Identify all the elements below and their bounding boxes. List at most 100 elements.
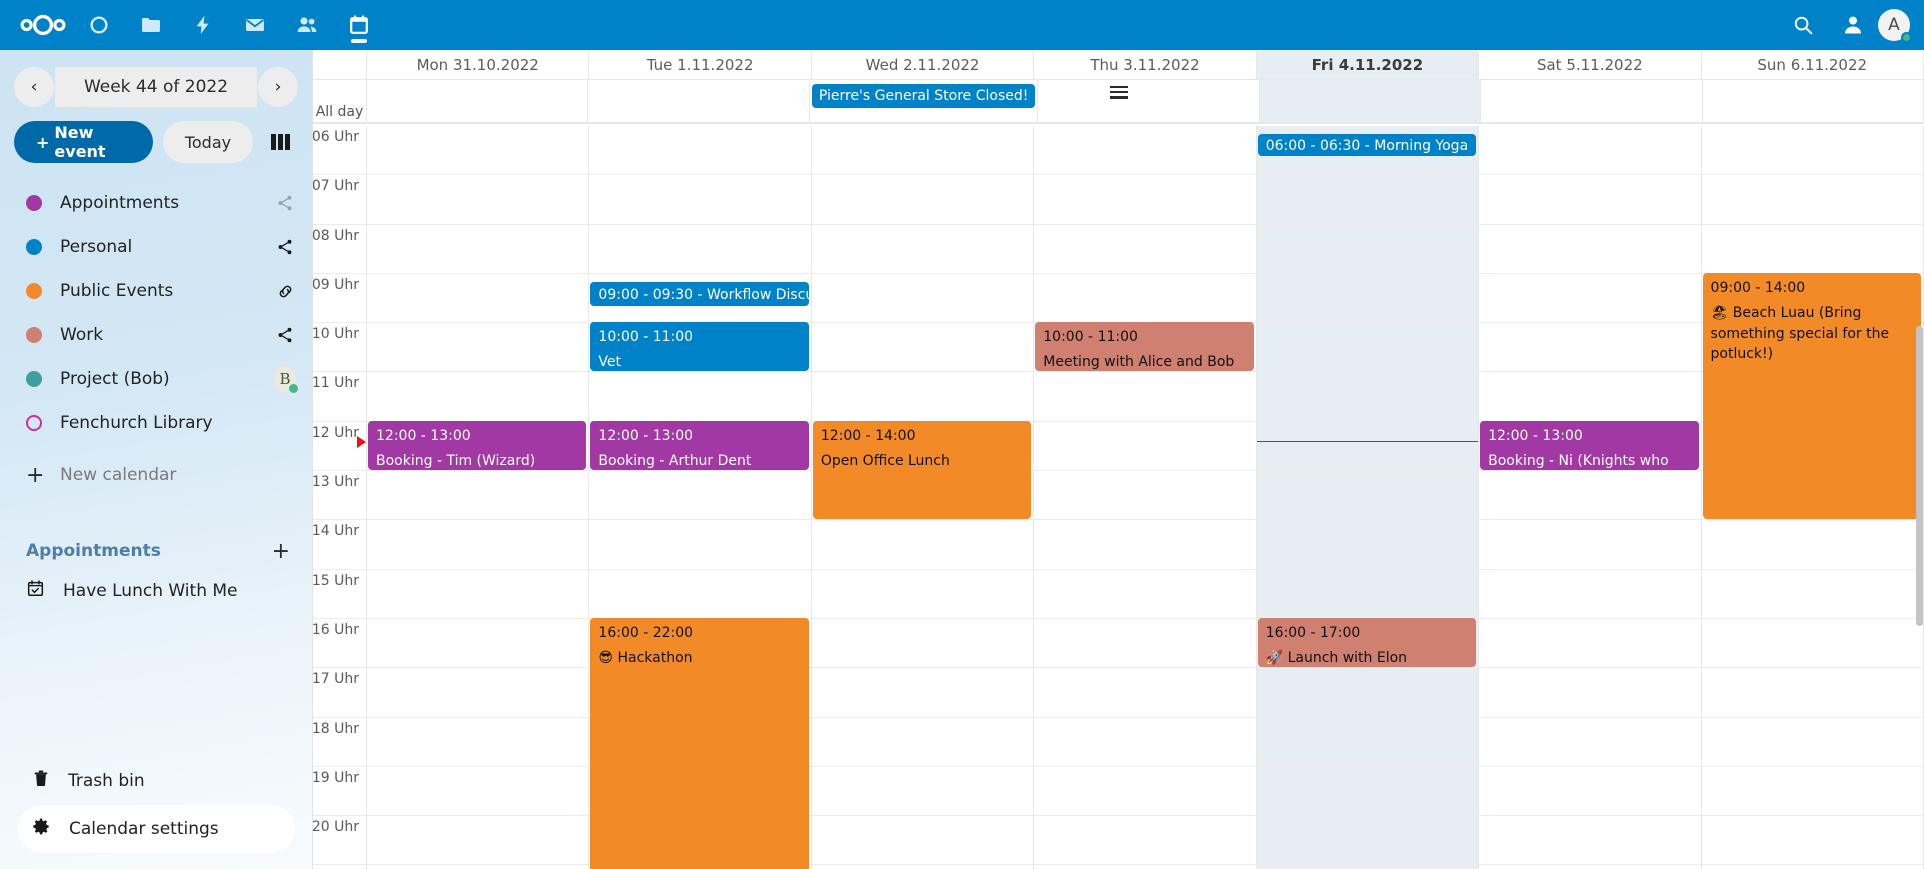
trash-bin-button[interactable]: Trash bin xyxy=(18,757,295,805)
calendar-name: Fenchurch Library xyxy=(60,413,213,433)
new-event-button[interactable]: + New event xyxy=(14,121,153,163)
day-header-tue[interactable]: Tue 1.11.2022 xyxy=(589,50,812,79)
hour-gridline xyxy=(1034,372,1256,422)
event-hackathon[interactable]: 16:00 - 22:00 😎 Hackathon xyxy=(590,618,809,869)
day-header-fri-today[interactable]: Fri 4.11.2022 xyxy=(1256,50,1480,79)
day-header-sat[interactable]: Sat 5.11.2022 xyxy=(1479,50,1702,79)
event-vet[interactable]: 10:00 - 11:00 Vet xyxy=(590,322,809,371)
day-header-wed[interactable]: Wed 2.11.2022 xyxy=(812,50,1035,79)
time-label: 14 Uhr xyxy=(313,523,359,540)
day-column-thu[interactable]: 10:00 - 11:00 Meeting with Alice and Bob xyxy=(1034,126,1257,869)
hour-gridline xyxy=(1479,126,1701,176)
all-day-cell-tue[interactable] xyxy=(588,80,810,122)
shared-by-avatar[interactable]: B xyxy=(274,366,299,394)
new-calendar-button[interactable]: + New calendar xyxy=(0,453,312,497)
event-open-office-lunch[interactable]: 12:00 - 14:00 Open Office Lunch xyxy=(812,421,1032,519)
calendar-item-public-events[interactable]: Public Events xyxy=(0,269,312,313)
add-appointment-button[interactable]: + xyxy=(272,539,290,564)
calendar-name: Public Events xyxy=(60,281,174,301)
time-label: 20 Uhr xyxy=(313,819,359,836)
day-header-sun[interactable]: Sun 6.11.2022 xyxy=(1702,50,1924,79)
appointment-item-have-lunch-with-me[interactable]: Have Lunch With Me xyxy=(0,567,312,615)
day-column-sat[interactable]: 12:00 - 13:00 Booking - Ni (Knights who … xyxy=(1479,126,1702,869)
day-header-mon[interactable]: Mon 31.10.2022 xyxy=(367,50,590,79)
hour-gridline xyxy=(1479,471,1701,521)
time-slot-18: 18 Uhr xyxy=(313,718,366,767)
day-column-wed[interactable]: 12:00 - 14:00 Open Office Lunch xyxy=(811,126,1035,869)
hour-gridline xyxy=(1479,274,1701,324)
event-title: Booking - Ni (Knights who say) xyxy=(1488,453,1669,470)
event-time: 16:00 - 17:00 xyxy=(1265,625,1361,641)
event-morning-yoga[interactable]: 06:00 - 06:30 - Morning Yoga xyxy=(1257,134,1477,156)
calendar-settings-button[interactable]: Calendar settings xyxy=(18,805,295,853)
day-header-thu[interactable]: Thu 3.11.2022 xyxy=(1034,50,1257,79)
event-booking-arthur-dent[interactable]: 12:00 - 13:00 Booking - Arthur Dent xyxy=(590,421,809,470)
event-workflow-discussion[interactable]: 09:00 - 09:30 - Workflow Discussion xyxy=(590,282,809,306)
calendar-icon[interactable] xyxy=(334,0,384,50)
nextcloud-logo[interactable] xyxy=(12,0,74,50)
hour-gridline xyxy=(367,175,589,225)
avatar: B xyxy=(274,366,299,394)
all-day-cell-mon[interactable] xyxy=(367,80,589,122)
calendar-item-work[interactable]: Work xyxy=(0,313,312,357)
calendar-item-fenchurch-library[interactable]: Fenchurch Library xyxy=(0,401,312,445)
hour-gridline xyxy=(1256,323,1479,373)
time-label: 16 Uhr xyxy=(313,621,359,638)
event-title: Booking - Arthur Dent xyxy=(598,453,752,470)
all-day-cell-fri[interactable] xyxy=(1259,80,1482,122)
hour-gridline xyxy=(589,520,811,570)
share-icon[interactable] xyxy=(274,324,296,346)
time-slot-13: 13 Uhr xyxy=(313,471,366,521)
hour-gridline xyxy=(367,225,589,274)
time-axis: 06 Uhr 07 Uhr 08 Uhr 09 Uhr 10 Uhr 11 Uh… xyxy=(313,126,367,869)
calendar-name: Project (Bob) xyxy=(60,369,170,389)
event-booking-tim-wizard[interactable]: 12:00 - 13:00 Booking - Tim (Wizard) xyxy=(368,421,587,470)
previous-week-button[interactable]: ‹ xyxy=(14,67,54,107)
hour-gridline xyxy=(1479,767,1701,817)
all-day-cell-thu[interactable] xyxy=(1038,80,1260,122)
event-beach-luau[interactable]: 09:00 - 14:00 🏖 Beach Luau (Bring someth… xyxy=(1702,273,1921,519)
search-icon[interactable] xyxy=(1778,0,1828,50)
event-booking-ni-knights[interactable]: 12:00 - 13:00 Booking - Ni (Knights who … xyxy=(1480,421,1699,470)
hour-gridline xyxy=(811,718,1034,767)
files-icon[interactable] xyxy=(126,0,176,50)
day-column-mon[interactable]: 12:00 - 13:00 Booking - Tim (Wizard) xyxy=(367,126,590,869)
activity-icon[interactable] xyxy=(178,0,228,50)
vertical-scrollbar[interactable] xyxy=(1916,326,1923,626)
all-day-cell-sat[interactable] xyxy=(1481,80,1703,122)
day-column-sun[interactable]: 09:00 - 14:00 🏖 Beach Luau (Bring someth… xyxy=(1701,126,1924,869)
all-day-event-store-closed[interactable]: Pierre's General Store Closed! xyxy=(811,84,1036,108)
today-button[interactable]: Today xyxy=(162,121,254,163)
event-meeting-with-alice-and-bob[interactable]: 10:00 - 11:00 Meeting with Alice and Bob xyxy=(1035,322,1254,371)
dashboard-icon[interactable] xyxy=(74,0,124,50)
calendar-item-personal[interactable]: Personal xyxy=(0,225,312,269)
event-launch-with-elon[interactable]: 16:00 - 17:00 🚀 Launch with Elon xyxy=(1257,618,1477,667)
user-avatar[interactable]: A xyxy=(1878,9,1912,43)
all-day-row: All day Pierre's General Store Closed! xyxy=(313,80,1924,124)
contacts-icon[interactable] xyxy=(282,0,332,50)
hour-gridline xyxy=(1701,520,1923,570)
calendar-color-dot xyxy=(26,239,42,255)
calendar-item-appointments[interactable]: Appointments xyxy=(0,181,312,225)
current-week-label[interactable]: Week 44 of 2022 xyxy=(55,67,257,107)
all-day-cell-sun[interactable] xyxy=(1703,80,1924,122)
share-icon[interactable] xyxy=(274,236,296,258)
link-icon[interactable] xyxy=(274,280,296,302)
hour-gridline xyxy=(367,520,589,570)
all-day-cell-wed[interactable]: Pierre's General Store Closed! xyxy=(810,80,1039,122)
event-time: 12:00 - 13:00 xyxy=(376,428,471,444)
hour-gridline xyxy=(1256,767,1479,817)
view-toggle-button[interactable] xyxy=(263,121,298,163)
hour-gridline xyxy=(367,372,589,422)
contacts-menu-icon[interactable] xyxy=(1828,0,1878,50)
mail-icon[interactable] xyxy=(230,0,280,50)
share-icon[interactable] xyxy=(274,192,296,214)
day-column-tue[interactable]: 09:00 - 09:30 - Workflow Discussion 10:0… xyxy=(589,126,812,869)
day-column-fri-today[interactable]: 06:00 - 06:30 - Morning Yoga 16:00 - 17:… xyxy=(1256,126,1480,869)
time-label: 06 Uhr xyxy=(313,129,359,145)
calendar-item-project-bob[interactable]: Project (Bob) B xyxy=(0,357,312,401)
calendar-week-view: Mon 31.10.2022 Tue 1.11.2022 Wed 2.11.20… xyxy=(313,50,1924,869)
next-week-button[interactable]: › xyxy=(258,67,298,107)
time-slot-15: 15 Uhr xyxy=(313,570,366,619)
time-slot-16: 16 Uhr xyxy=(313,619,366,669)
